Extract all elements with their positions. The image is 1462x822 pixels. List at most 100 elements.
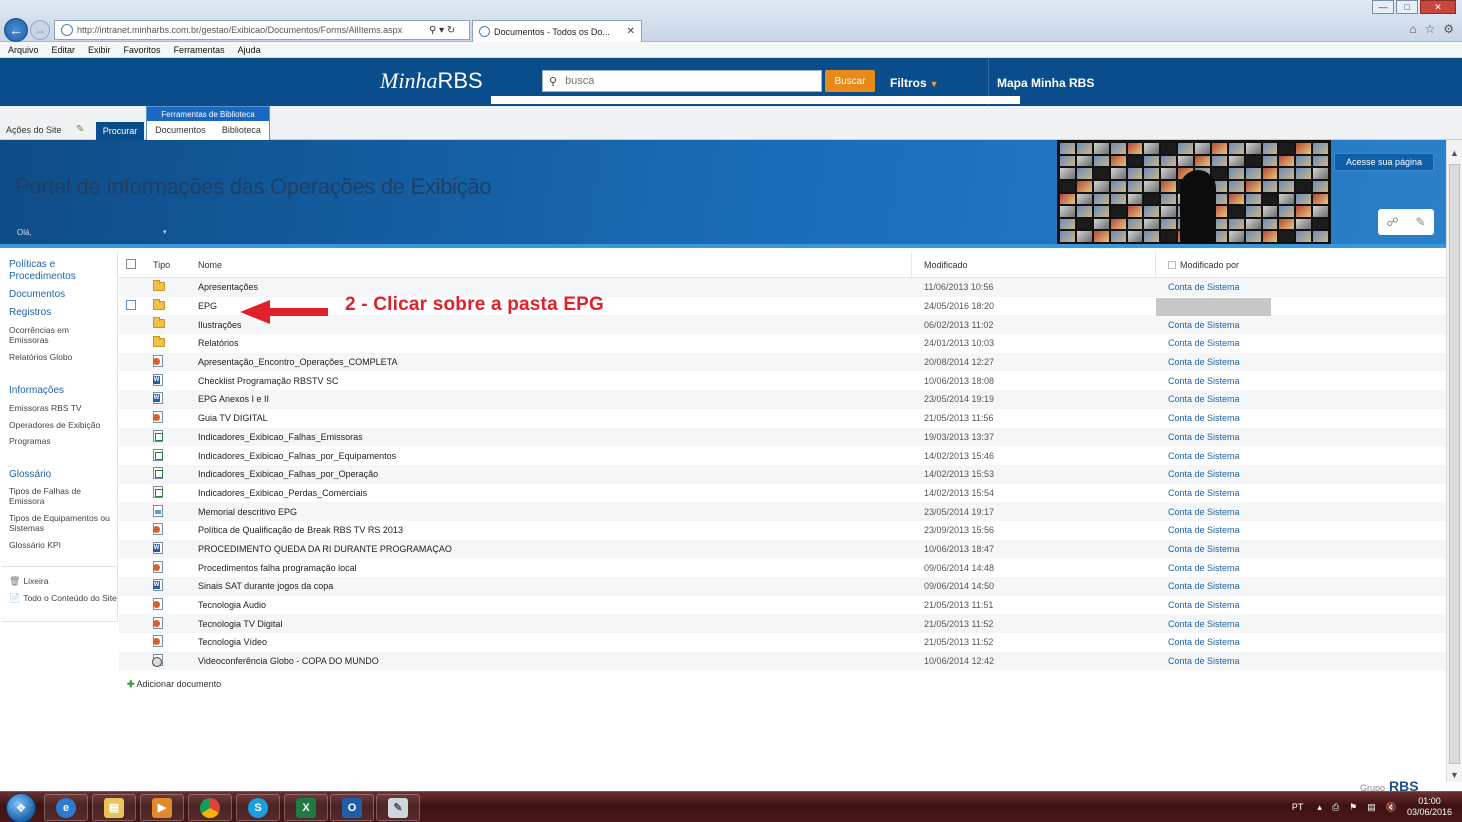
language-indicator[interactable]: PT bbox=[1292, 802, 1304, 812]
tab-biblioteca[interactable]: Biblioteca bbox=[222, 125, 261, 135]
nav-head-politicas[interactable]: Políticas e Procedimentos bbox=[9, 259, 113, 283]
folder-icon[interactable] bbox=[153, 317, 165, 329]
row-name[interactable]: Sinais SAT durante jogos da copa bbox=[198, 581, 333, 591]
nav-tipos-equipamentos[interactable]: Tipos de Equipamentos ou Sistemas bbox=[9, 513, 115, 533]
nav-programas[interactable]: Programas bbox=[9, 436, 51, 446]
map-link[interactable]: Mapa Minha RBS bbox=[997, 76, 1094, 90]
settings-gear-icon[interactable]: ⚙ bbox=[1443, 22, 1454, 36]
forward-arrow-icon[interactable]: → bbox=[30, 20, 50, 40]
row-name[interactable]: Videoconferência Globo - COPA DO MUNDO bbox=[198, 656, 379, 666]
video-file-icon[interactable] bbox=[152, 654, 163, 668]
column-modificado-por[interactable]: Modificado por bbox=[1180, 260, 1239, 270]
notes-icon[interactable]: ✎ bbox=[1415, 215, 1425, 229]
tray-up-arrow-icon[interactable]: ▴ bbox=[1317, 802, 1322, 813]
nav-glossario[interactable]: Glossário bbox=[9, 469, 51, 481]
table-row[interactable]: EPG Anexos I e II 23/05/2014 19:19 Conta d… bbox=[119, 390, 1446, 409]
nav-lixeira[interactable]: 🗑 Lixeira bbox=[9, 576, 48, 586]
row-name[interactable]: Política de Qualificação de Break RBS TV… bbox=[198, 525, 403, 535]
word-file-icon[interactable] bbox=[153, 579, 163, 592]
row-modified-by[interactable]: Conta de Sistema bbox=[1168, 656, 1240, 666]
column-tipo[interactable]: Tipo bbox=[145, 260, 189, 270]
ppt-file-icon[interactable] bbox=[153, 411, 163, 424]
table-row[interactable]: Tecnologia Vídeo 21/05/2013 11:52 Conta de… bbox=[119, 633, 1446, 652]
ppt-file-icon[interactable] bbox=[153, 635, 163, 648]
row-name[interactable]: Indicadores_Exibicao_Falhas_por_Equipame… bbox=[198, 451, 396, 461]
back-arrow-icon[interactable]: ← bbox=[4, 18, 28, 42]
menu-favoritos[interactable]: Favoritos bbox=[124, 45, 161, 55]
browser-tab-documentos[interactable]: Documentos - Todos os Do... ✕ bbox=[472, 20, 642, 42]
nav-todo-conteudo[interactable]: 📄 Todo o Conteúdo do Site bbox=[9, 593, 117, 603]
row-modified-by[interactable]: Conta de Sistema bbox=[1168, 282, 1240, 292]
row-modified-by[interactable]: Conta de Sistema bbox=[1168, 637, 1240, 647]
nav-emissoras[interactable]: Emissoras RBS TV bbox=[9, 403, 82, 413]
row-modified-by[interactable]: Conta de Sistema bbox=[1168, 507, 1240, 517]
vertical-scrollbar[interactable]: ▲ ▼ bbox=[1446, 140, 1462, 782]
nav-item-emissoras[interactable]: Emissoras RBS TV bbox=[9, 403, 82, 413]
nav-head-informacoes[interactable]: Informações bbox=[9, 385, 64, 397]
taskbar-ie-icon[interactable]: e bbox=[44, 794, 88, 821]
table-row[interactable]: Tecnologia Audio 21/05/2013 11:51 Conta de… bbox=[119, 596, 1446, 615]
table-row[interactable]: Memorial descritivo EPG 23/05/2014 19:17 C… bbox=[119, 502, 1446, 521]
column-modificado[interactable]: Modificado bbox=[924, 260, 968, 270]
table-row[interactable]: Videoconferência Globo - COPA DO MUNDO 10… bbox=[119, 651, 1446, 671]
edit-page-icon[interactable]: ✎ bbox=[76, 124, 84, 135]
scrollbar-thumb[interactable] bbox=[1449, 164, 1460, 764]
row-name[interactable]: Relatórios bbox=[198, 338, 239, 348]
table-row[interactable]: Sinais SAT durante jogos da copa 09/06/20… bbox=[119, 577, 1446, 596]
ppt-file-icon[interactable] bbox=[153, 616, 163, 629]
tag-icon[interactable]: ☍ bbox=[1386, 215, 1398, 229]
start-menu-icon[interactable]: ❖ bbox=[6, 793, 36, 822]
ppt-file-icon[interactable] bbox=[153, 560, 163, 573]
taskbar-skype-icon[interactable]: S bbox=[236, 794, 280, 821]
row-name[interactable]: Guia TV DIGITAL bbox=[198, 413, 268, 423]
row-name[interactable]: PROCEDIMENTO QUEDA DA RI DURANTE PROGRAM… bbox=[198, 544, 452, 554]
ppt-file-icon[interactable] bbox=[153, 355, 163, 368]
row-name[interactable]: Indicadores_Exibicao_Perdas_Comerciais bbox=[198, 488, 367, 498]
row-name[interactable]: Tecnologia Vídeo bbox=[198, 637, 267, 647]
nav-item-relatorios-globo[interactable]: Relatórios Globo bbox=[9, 352, 72, 362]
nav-head-documentos[interactable]: Documentos bbox=[9, 289, 65, 301]
filters-dropdown[interactable]: Filtros ▼ bbox=[890, 76, 939, 90]
scroll-up-icon[interactable]: ▲ bbox=[1450, 148, 1459, 158]
taskbar-media-player-icon[interactable]: ▶ bbox=[140, 794, 184, 821]
taskbar-explorer-icon[interactable]: ▤ bbox=[92, 794, 136, 821]
menu-exibir[interactable]: Exibir bbox=[88, 45, 111, 55]
minimize-icon[interactable]: — bbox=[1372, 0, 1394, 14]
select-all-checkbox[interactable] bbox=[126, 258, 136, 269]
tab-close-icon[interactable]: ✕ bbox=[627, 26, 635, 37]
row-name[interactable]: Tecnologia TV Digital bbox=[198, 619, 282, 629]
row-modified-by[interactable]: Conta de Sistema bbox=[1168, 525, 1240, 535]
table-row[interactable]: Indicadores_Exibicao_Falhas_por_Operação… bbox=[119, 464, 1446, 484]
folder-icon[interactable] bbox=[153, 335, 165, 347]
word-file-icon[interactable] bbox=[153, 392, 163, 405]
row-name[interactable]: Tecnologia Audio bbox=[198, 600, 266, 610]
row-name[interactable]: Indicadores_Exibicao_Falhas_Emissoras bbox=[198, 432, 363, 442]
row-modified-by[interactable]: Conta de Sistema bbox=[1168, 563, 1240, 573]
home-icon[interactable]: ⌂ bbox=[1409, 22, 1416, 36]
taskbar-excel-icon[interactable]: X bbox=[284, 794, 328, 821]
row-name[interactable]: Apresentações bbox=[198, 282, 258, 292]
row-name[interactable]: EPG Anexos I e II bbox=[198, 394, 269, 404]
word-file-icon[interactable] bbox=[153, 541, 163, 554]
search-button[interactable]: Buscar bbox=[825, 70, 875, 92]
table-row[interactable]: Indicadores_Exibicao_Falhas_por_Equipame… bbox=[119, 446, 1446, 465]
window-close-icon[interactable]: ✕ bbox=[1420, 0, 1456, 14]
row-modified-by[interactable]: Conta de Sistema bbox=[1168, 357, 1240, 367]
table-row[interactable]: Indicadores_Exibicao_Falhas_Emissoras 19/… bbox=[119, 427, 1446, 447]
nav-operadores[interactable]: Operadores de Exibição bbox=[9, 420, 100, 430]
row-modified-by[interactable]: Conta de Sistema bbox=[1168, 600, 1240, 610]
row-modified-by[interactable]: Conta de Sistema bbox=[1168, 320, 1240, 330]
user-menu-chevron-icon[interactable]: ▾ bbox=[163, 228, 167, 236]
nav-politicas[interactable]: Políticas e Procedimentos bbox=[9, 259, 113, 283]
printer-icon[interactable]: ⎙ bbox=[1332, 802, 1339, 813]
volume-icon[interactable]: 🔇 bbox=[1386, 802, 1397, 813]
row-name[interactable]: Procedimentos falha programação local bbox=[198, 563, 357, 573]
row-modified-by[interactable]: Conta de Sistema bbox=[1168, 488, 1240, 498]
xlsx-file-icon[interactable] bbox=[153, 485, 163, 498]
row-name[interactable]: Ilustrações bbox=[198, 320, 242, 330]
folder-icon[interactable] bbox=[153, 279, 165, 291]
xlsx-file-icon[interactable] bbox=[153, 448, 163, 461]
row-name[interactable]: Checklist Programação RBSTV SC bbox=[198, 376, 339, 386]
word-file-icon[interactable] bbox=[153, 373, 163, 386]
taskbar-outlook-icon[interactable]: O bbox=[330, 794, 374, 821]
